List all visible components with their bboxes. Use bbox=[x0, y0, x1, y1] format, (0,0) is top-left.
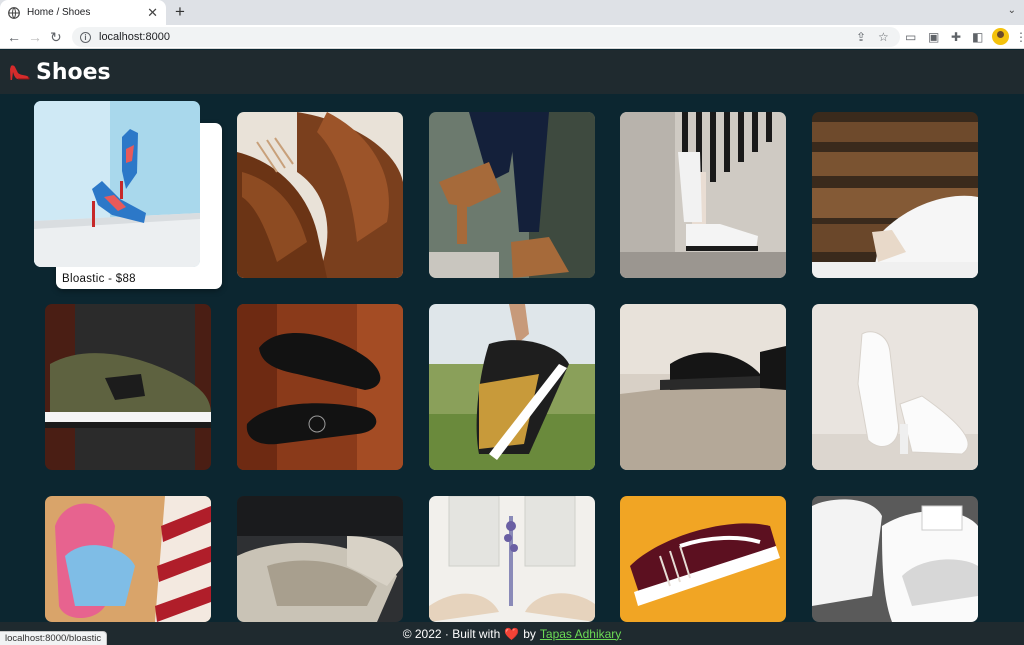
picture-in-picture-icon[interactable]: ▣ bbox=[928, 30, 939, 44]
product-card[interactable] bbox=[237, 496, 403, 622]
back-icon[interactable]: ← bbox=[7, 29, 21, 45]
heart-icon: ❤️ bbox=[504, 626, 520, 641]
product-card[interactable] bbox=[45, 304, 211, 470]
product-image bbox=[237, 112, 403, 278]
product-card[interactable] bbox=[620, 496, 786, 622]
reload-icon[interactable]: ↻ bbox=[50, 29, 62, 45]
product-image bbox=[812, 304, 978, 470]
product-card[interactable] bbox=[812, 112, 978, 278]
tab-title: Home / Shoes bbox=[27, 7, 91, 18]
product-image bbox=[45, 496, 211, 622]
product-card[interactable] bbox=[429, 496, 595, 622]
globe-icon bbox=[8, 6, 20, 19]
forward-icon[interactable]: → bbox=[28, 29, 42, 45]
product-image bbox=[237, 304, 403, 470]
product-image bbox=[429, 112, 595, 278]
site-info-icon[interactable]: i bbox=[80, 31, 91, 43]
page-title: Shoes bbox=[36, 59, 111, 85]
address-text: localhost:8000 bbox=[99, 31, 170, 43]
browser-toolbar: ← → ↻ i localhost:8000 ⇪ ☆ ▭ ▣ ✚ ◧ ⋮ bbox=[0, 25, 1024, 49]
product-image bbox=[429, 496, 595, 622]
app-header: Shoes bbox=[0, 50, 1024, 94]
product-card[interactable] bbox=[812, 496, 978, 622]
product-card[interactable] bbox=[812, 304, 978, 470]
footer-copyright: © 2022 · Built with bbox=[402, 626, 501, 641]
product-card[interactable] bbox=[237, 304, 403, 470]
product-image bbox=[45, 304, 211, 470]
bookmark-star-icon[interactable]: ☆ bbox=[878, 30, 889, 44]
browser-tab[interactable]: Home / Shoes ✕ bbox=[0, 0, 166, 25]
product-image bbox=[620, 496, 786, 622]
browser-tab-bar: Home / Shoes ✕ + ⌄ bbox=[0, 0, 1024, 25]
tab-search-icon[interactable]: ⌄ bbox=[1008, 5, 1016, 16]
product-card[interactable] bbox=[237, 112, 403, 278]
footer-by: by bbox=[523, 626, 536, 641]
product-card[interactable] bbox=[429, 112, 595, 278]
screencast-icon[interactable]: ▭ bbox=[905, 30, 916, 44]
product-image bbox=[812, 112, 978, 278]
product-image bbox=[620, 112, 786, 278]
author-link[interactable]: Tapas Adhikary bbox=[540, 627, 621, 641]
extensions-icon[interactable]: ✚ bbox=[951, 30, 961, 44]
share-icon[interactable]: ⇪ bbox=[856, 30, 866, 44]
product-image bbox=[812, 496, 978, 622]
side-panel-icon[interactable]: ◧ bbox=[972, 30, 983, 44]
status-url-tooltip: localhost:8000/bloastic bbox=[0, 631, 108, 645]
product-grid: Bloastic - $88 bbox=[0, 94, 1024, 622]
profile-avatar[interactable] bbox=[992, 28, 1009, 45]
product-card-hovered[interactable]: Bloastic - $88 bbox=[34, 101, 224, 291]
browser-menu-icon[interactable]: ⋮ bbox=[1015, 30, 1024, 44]
product-card[interactable] bbox=[620, 112, 786, 278]
close-tab-icon[interactable]: ✕ bbox=[147, 6, 158, 19]
product-image bbox=[237, 496, 403, 622]
product-label: Bloastic - $88 bbox=[62, 273, 136, 285]
high-heel-shoe-icon bbox=[10, 65, 30, 80]
product-image bbox=[429, 304, 595, 470]
address-bar[interactable]: i localhost:8000 bbox=[72, 27, 900, 47]
product-card[interactable] bbox=[620, 304, 786, 470]
new-tab-icon[interactable]: + bbox=[175, 2, 185, 22]
product-image bbox=[620, 304, 786, 470]
product-image[interactable] bbox=[34, 101, 200, 267]
footer: © 2022 · Built with ❤️ by Tapas Adhikary bbox=[0, 622, 1024, 645]
product-card[interactable] bbox=[45, 496, 211, 622]
product-card[interactable] bbox=[429, 304, 595, 470]
